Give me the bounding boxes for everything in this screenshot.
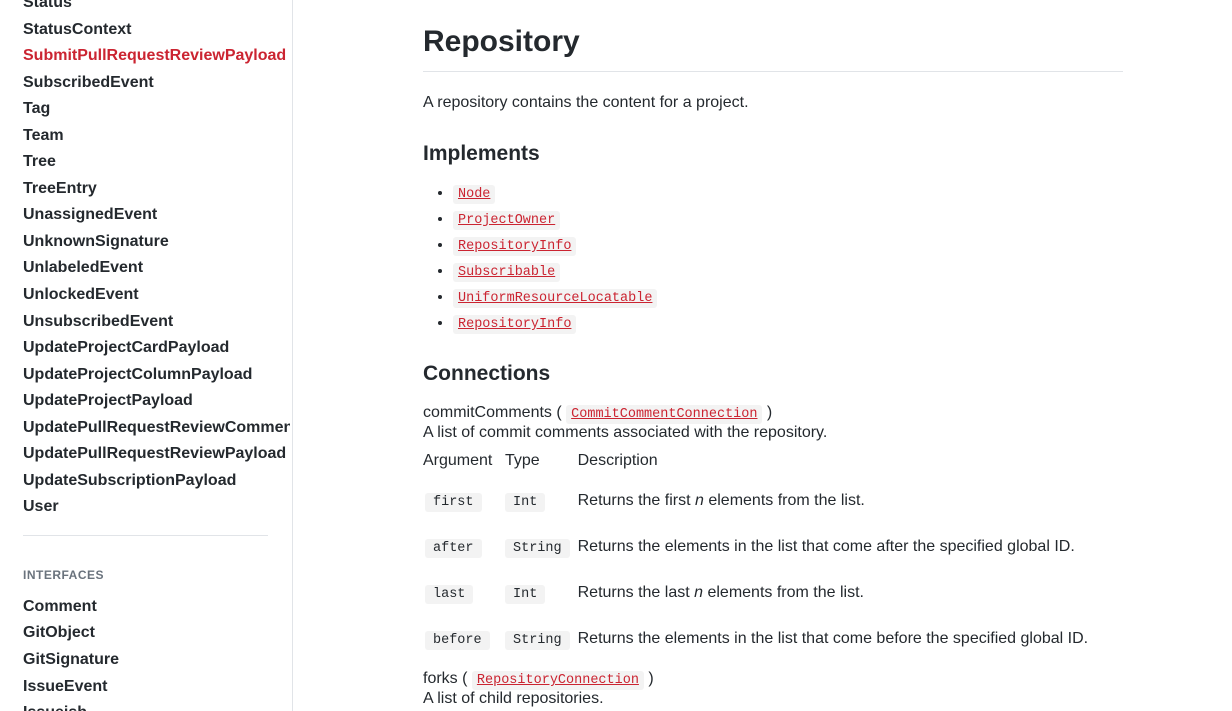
sidebar-item-object[interactable]: Tree: [23, 149, 290, 176]
page-description: A repository contains the content for a …: [423, 94, 1123, 112]
argument-description: Returns the elements in the list that co…: [578, 524, 1123, 570]
sidebar-item-object[interactable]: UnassignedEvent: [23, 202, 290, 229]
sidebar-item-object[interactable]: SubmitPullRequestReviewPayload: [23, 43, 290, 70]
sidebar-item-object[interactable]: SubscribedEvent: [23, 70, 290, 97]
interfaces-header: INTERFACES: [23, 568, 290, 582]
sidebar-item-object[interactable]: UpdateProjectPayload: [23, 388, 290, 415]
sidebar-item-object[interactable]: UpdatePullRequestReviewCommentP: [23, 415, 290, 442]
argument-description: Returns the first n elements from the li…: [578, 478, 1123, 524]
page-title: Repository: [423, 25, 1123, 59]
sidebar-divider: [23, 535, 268, 536]
sidebar-item-interface[interactable]: Issueish: [23, 700, 290, 711]
argument-type: String: [505, 631, 570, 650]
implements-item: ProjectOwner: [453, 210, 1123, 228]
sidebar-item-object[interactable]: User: [23, 494, 290, 521]
sidebar-item-interface[interactable]: IssueEvent: [23, 674, 290, 701]
connections-heading: Connections: [423, 362, 1123, 386]
connection-description: A list of child repositories.: [423, 690, 1123, 708]
argument-type: String: [505, 539, 570, 558]
implements-item: Node: [453, 184, 1123, 202]
connection-signature: forks ( RepositoryConnection ): [423, 670, 1123, 688]
argument-type: Int: [505, 493, 545, 512]
connection-signature: commitComments ( CommitCommentConnection…: [423, 404, 1123, 422]
table-row: first Int Returns the first n elements fro…: [423, 478, 1123, 524]
sidebar-item-object[interactable]: UnlockedEvent: [23, 282, 290, 309]
table-header: Type: [505, 448, 578, 478]
argument-name: first: [425, 493, 482, 512]
argument-name: before: [425, 631, 490, 650]
table-row: before String Returns the elements in the …: [423, 616, 1123, 662]
implements-item: Subscribable: [453, 262, 1123, 280]
connection-name: forks: [423, 670, 462, 687]
sidebar: StatusStatusContextSubmitPullRequestRevi…: [0, 0, 293, 711]
type-link[interactable]: Subscribable: [453, 263, 560, 282]
table-header: Description: [578, 448, 1123, 478]
argument-name: last: [425, 585, 473, 604]
implements-item: UniformResourceLocatable: [453, 288, 1123, 306]
implements-item: RepositoryInfo: [453, 236, 1123, 254]
sidebar-item-object[interactable]: UpdateProjectColumnPayload: [23, 362, 290, 389]
implements-heading: Implements: [423, 142, 1123, 166]
arguments-table: ArgumentTypeDescription first Int Returns t…: [423, 448, 1123, 662]
implements-list: Node ProjectOwner RepositoryInfo Subscribab…: [423, 184, 1123, 332]
sidebar-item-object[interactable]: UpdatePullRequestReviewPayload: [23, 441, 290, 468]
argument-description: Returns the last n elements from the lis…: [578, 570, 1123, 616]
sidebar-item-object[interactable]: UnsubscribedEvent: [23, 309, 290, 336]
sidebar-item-object[interactable]: TreeEntry: [23, 176, 290, 203]
implements-item: RepositoryInfo: [453, 314, 1123, 332]
type-link[interactable]: RepositoryInfo: [453, 237, 576, 256]
sidebar-item-object[interactable]: StatusContext: [23, 17, 290, 44]
table-row: last Int Returns the last n elements from …: [423, 570, 1123, 616]
sidebar-item-object[interactable]: UpdateSubscriptionPayload: [23, 468, 290, 495]
sidebar-item-object[interactable]: Status: [23, 0, 290, 17]
type-link[interactable]: ProjectOwner: [453, 211, 560, 230]
sidebar-item-object[interactable]: Tag: [23, 96, 290, 123]
sidebar-item-object[interactable]: UpdateProjectCardPayload: [23, 335, 290, 362]
sidebar-item-object[interactable]: UnknownSignature: [23, 229, 290, 256]
title-underline: [423, 71, 1123, 72]
sidebar-item-interface[interactable]: GitSignature: [23, 647, 290, 674]
connection-description: A list of commit comments associated wit…: [423, 424, 1123, 442]
type-link[interactable]: Node: [453, 185, 495, 204]
table-row: after String Returns the elements in the l…: [423, 524, 1123, 570]
connection-name: commitComments: [423, 404, 556, 421]
main-content: Repository A repository contains the con…: [293, 0, 1232, 711]
argument-description: Returns the elements in the list that co…: [578, 616, 1123, 662]
table-header: Argument: [423, 448, 505, 478]
type-link[interactable]: RepositoryConnection: [472, 671, 644, 690]
sidebar-item-object[interactable]: UnlabeledEvent: [23, 255, 290, 282]
sidebar-item-interface[interactable]: GitObject: [23, 620, 290, 647]
sidebar-item-interface[interactable]: Comment: [23, 594, 290, 621]
argument-type: Int: [505, 585, 545, 604]
argument-name: after: [425, 539, 482, 558]
type-link[interactable]: RepositoryInfo: [453, 315, 576, 334]
type-link[interactable]: CommitCommentConnection: [566, 405, 762, 424]
sidebar-item-object[interactable]: Team: [23, 123, 290, 150]
type-link[interactable]: UniformResourceLocatable: [453, 289, 657, 308]
